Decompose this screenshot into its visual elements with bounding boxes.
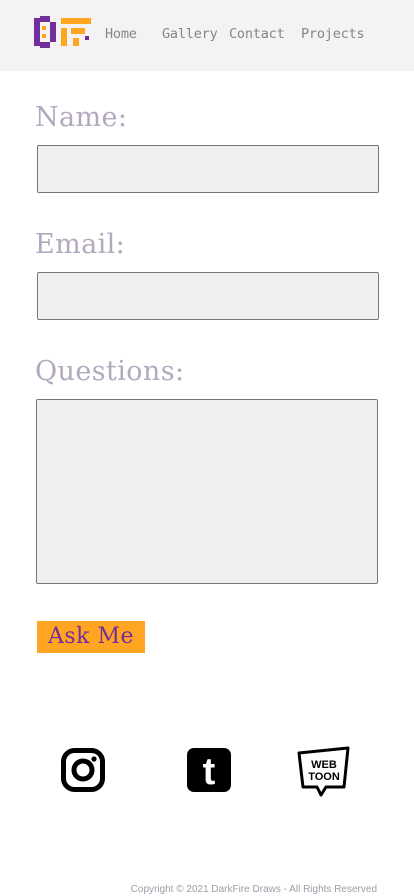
webtoon-link[interactable]: WEB TOON xyxy=(296,745,352,801)
webtoon-line-1: WEB xyxy=(311,759,337,771)
copyright-text: Copyright © 2021 DarkFire Draws - All Ri… xyxy=(130,884,377,895)
instagram-icon xyxy=(61,748,105,792)
nav-link-contact[interactable]: Contact xyxy=(229,26,285,42)
tumblr-icon: t xyxy=(187,748,231,793)
navbar: Home Gallery Contact Projects xyxy=(0,0,414,71)
name-field[interactable] xyxy=(37,145,379,193)
questions-field[interactable] xyxy=(36,399,378,584)
tumblr-glyph: t xyxy=(203,751,216,792)
webtoon-line-2: TOON xyxy=(308,771,340,783)
nav-link-gallery[interactable]: Gallery xyxy=(162,26,218,42)
darkfire-logo-icon xyxy=(34,16,91,48)
name-label: Name: xyxy=(35,102,128,133)
ask-me-button[interactable]: Ask Me xyxy=(37,621,145,653)
webtoon-icon: WEB TOON xyxy=(297,746,350,797)
site-logo[interactable] xyxy=(34,16,91,48)
nav-link-home[interactable]: Home xyxy=(105,26,137,42)
email-field[interactable] xyxy=(37,272,379,320)
nav-link-projects[interactable]: Projects xyxy=(301,26,365,42)
tumblr-link[interactable]: t xyxy=(187,748,231,796)
instagram-link[interactable] xyxy=(61,748,105,796)
questions-label: Questions: xyxy=(35,356,185,387)
email-label: Email: xyxy=(35,229,126,260)
